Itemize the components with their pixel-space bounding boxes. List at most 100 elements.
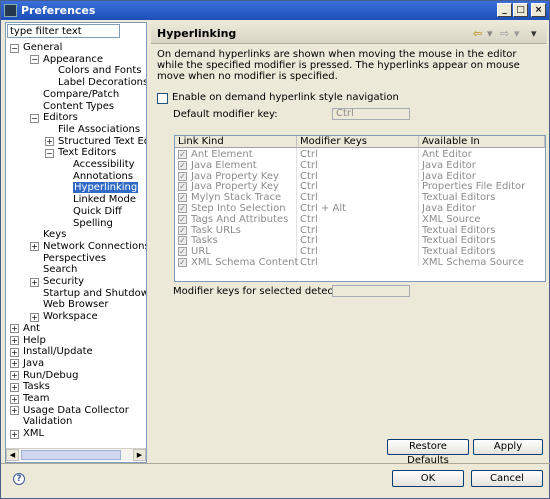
tree-item[interactable]: General	[23, 42, 62, 54]
column-header-modifier-keys[interactable]: Modifier Keys	[297, 136, 419, 148]
tree-expander-icon[interactable]: +	[10, 336, 19, 345]
tree-item[interactable]: Perspectives	[43, 253, 106, 265]
row-checkbox[interactable]: ✓	[178, 214, 187, 224]
tree-item[interactable]: XML	[23, 428, 44, 440]
tree-expander-icon[interactable]: +	[45, 137, 54, 147]
row-checkbox[interactable]: ✓	[178, 247, 187, 257]
table-row[interactable]: ✓ URL Ctrl Textual Editors	[175, 246, 545, 257]
column-header-available-in[interactable]: Available In	[419, 136, 545, 148]
row-checkbox[interactable]: ✓	[178, 182, 187, 192]
table-row[interactable]: ✓ Tags And Attributes Ctrl XML Source	[175, 214, 545, 225]
row-checkbox[interactable]: ✓	[178, 225, 187, 235]
tree-expander-icon[interactable]: +	[10, 371, 19, 381]
tree-item[interactable]: Quick Diff	[73, 206, 122, 218]
tree-item[interactable]: Help	[23, 335, 46, 347]
scroll-left-icon[interactable]: ◀	[6, 449, 19, 461]
enable-hyperlink-label[interactable]: Enable on demand hyperlink style navigat…	[172, 92, 399, 104]
tree-item[interactable]: Install/Update	[23, 346, 93, 358]
tree-item[interactable]: Linked Mode	[73, 194, 136, 206]
tree-expander-icon[interactable]: +	[10, 394, 19, 404]
tree-item[interactable]: Editors	[43, 112, 78, 124]
tree-item[interactable]: Accessibility	[73, 159, 135, 171]
table-row[interactable]: ✓ Ant Element Ctrl Ant Editor	[175, 149, 545, 160]
tree-item[interactable]: Ant	[23, 323, 40, 335]
tree-expander-icon[interactable]: −	[30, 113, 39, 123]
row-checkbox[interactable]: ✓	[178, 160, 187, 170]
cancel-button[interactable]: Cancel	[471, 470, 543, 487]
table-row[interactable]: ✓ Tasks Ctrl Textual Editors	[175, 235, 545, 246]
maximize-button[interactable]: □	[513, 3, 528, 17]
tree-expander-icon[interactable]: +	[10, 382, 19, 392]
tree-expander-icon[interactable]: +	[30, 242, 39, 252]
table-row[interactable]: ✓ XML Schema Content Ctrl XML Schema Source	[175, 257, 545, 268]
table-row[interactable]: ✓ Task URLs Ctrl Textual Editors	[175, 225, 545, 236]
tree-item[interactable]: Web Browser	[43, 299, 109, 311]
table-row[interactable]: ✓ Java Element Ctrl Java Editor	[175, 160, 545, 171]
tree-item[interactable]: Appearance	[43, 54, 103, 66]
tree-item[interactable]: Colors and Fonts	[58, 65, 141, 77]
enable-hyperlink-checkbox[interactable]	[157, 93, 168, 104]
row-checkbox[interactable]: ✓	[178, 236, 187, 246]
tree-expander-icon[interactable]: −	[10, 43, 19, 53]
tree-expander-icon[interactable]: +	[10, 429, 19, 439]
ok-button[interactable]: OK	[392, 470, 464, 487]
tree-expander-icon[interactable]: +	[30, 312, 39, 322]
tree-item[interactable]: Annotations	[73, 171, 133, 183]
tree-expander-icon[interactable]: +	[10, 324, 19, 334]
tree-item[interactable]: Java	[23, 358, 44, 370]
tree-expander-icon[interactable]: −	[30, 55, 39, 65]
tree-item[interactable]: Network Connections	[43, 241, 146, 253]
tree-item[interactable]: Hyperlinking	[73, 182, 139, 194]
view-menu-icon[interactable]: ▾	[531, 27, 537, 40]
tree-expander-icon[interactable]: +	[30, 277, 39, 287]
tree-item[interactable]: Validation	[23, 416, 72, 428]
title-bar[interactable]: Preferences _ □ ×	[1, 1, 549, 20]
tree-item[interactable]: Label Decorations	[58, 77, 146, 89]
tree-expander-icon[interactable]: −	[45, 148, 54, 158]
scroll-right-icon[interactable]: ▶	[133, 449, 146, 461]
row-checkbox[interactable]: ✓	[178, 150, 187, 159]
tree-item[interactable]: Search	[43, 264, 77, 276]
row-checkbox[interactable]: ✓	[178, 171, 187, 181]
tree-item[interactable]: Compare/Patch	[43, 89, 119, 101]
tree-horizontal-scrollbar[interactable]: ◀ ▶	[6, 448, 146, 461]
row-checkbox[interactable]: ✓	[178, 204, 187, 213]
tree-item[interactable]: Usage Data Collector	[23, 405, 129, 417]
tree-expander-icon[interactable]: +	[10, 359, 19, 369]
back-menu-icon[interactable]: ▾	[487, 27, 493, 40]
restore-defaults-button[interactable]: Restore Defaults	[387, 439, 469, 466]
forward-arrow-icon[interactable]: ⇨	[500, 27, 509, 40]
table-row[interactable]: ✓ Java Property Key Ctrl Java Editor	[175, 171, 545, 182]
table-row[interactable]: ✓ Step Into Selection Ctrl + Alt Java Edito…	[175, 203, 545, 214]
row-checkbox[interactable]: ✓	[178, 258, 187, 267]
apply-button[interactable]: Apply	[473, 439, 543, 455]
table-row[interactable]: ✓ Mylyn Stack Trace Ctrl Textual Editors	[175, 192, 545, 203]
help-icon[interactable]: ?	[13, 473, 25, 485]
tree-item[interactable]: Keys	[43, 229, 66, 241]
minimize-button[interactable]: _	[497, 3, 512, 17]
tree-item[interactable]: Content Types	[43, 101, 114, 113]
column-header-link-kind[interactable]: Link Kind	[175, 136, 297, 148]
link-kind-table[interactable]: Link Kind Modifier Keys Available In ✓ An…	[174, 135, 546, 282]
back-arrow-icon[interactable]: ⇦	[473, 27, 482, 40]
tree-item[interactable]: Text Editors	[58, 147, 116, 159]
forward-menu-icon[interactable]: ▾	[514, 27, 520, 40]
tree-item[interactable]: File Associations	[58, 124, 140, 136]
tree-expander-icon[interactable]: +	[10, 406, 19, 416]
scroll-thumb[interactable]	[21, 450, 121, 460]
close-button[interactable]: ×	[531, 3, 546, 17]
tree-item[interactable]: Tasks	[23, 381, 50, 393]
modifier-selected-field[interactable]	[332, 285, 410, 297]
default-modifier-field[interactable]: Ctrl	[332, 108, 410, 120]
tree-item[interactable]: Spelling	[73, 218, 113, 230]
tree-item[interactable]: Security	[43, 276, 84, 288]
tree-expander-icon[interactable]: +	[10, 347, 19, 357]
tree-item[interactable]: Startup and Shutdown	[43, 288, 146, 300]
tree-item[interactable]: Structured Text Edit	[58, 136, 146, 148]
tree-item[interactable]: Team	[23, 393, 49, 405]
row-checkbox[interactable]: ✓	[178, 193, 187, 203]
table-row[interactable]: ✓ Java Property Key Ctrl Properties File Ed…	[175, 181, 545, 192]
filter-input[interactable]	[7, 24, 120, 38]
tree-item[interactable]: Workspace	[43, 311, 98, 323]
tree-item[interactable]: Run/Debug	[23, 370, 78, 382]
